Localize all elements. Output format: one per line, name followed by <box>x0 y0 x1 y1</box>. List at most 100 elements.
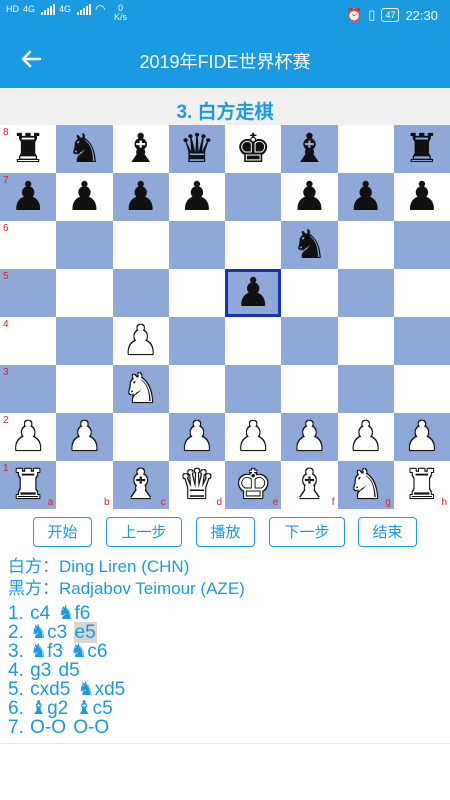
square-c6[interactable] <box>112 221 169 269</box>
square-h8[interactable]: ♜ <box>393 125 450 173</box>
black-pawn-icon[interactable]: ♟ <box>228 272 278 314</box>
white-bishop-icon[interactable]: ♝ <box>281 461 337 509</box>
square-e7[interactable] <box>225 173 282 221</box>
black-bishop-icon[interactable]: ♝ <box>113 125 169 173</box>
black-move[interactable]: ♞f6 <box>56 604 91 624</box>
black-pawn-icon[interactable]: ♟ <box>338 173 394 221</box>
square-d1[interactable]: ♛ d <box>168 461 225 509</box>
square-c2[interactable] <box>112 413 169 461</box>
square-e8[interactable]: ♚ <box>225 125 282 173</box>
square-b6[interactable] <box>56 221 113 269</box>
square-d7[interactable]: ♟ <box>168 173 225 221</box>
square-d4[interactable] <box>168 317 225 365</box>
black-pawn-icon[interactable]: ♟ <box>394 173 450 221</box>
next-button[interactable]: 下一步 <box>269 517 345 547</box>
square-g1[interactable]: ♞ g <box>337 461 394 509</box>
square-e5[interactable]: ♟ <box>225 269 282 317</box>
black-bishop-icon[interactable]: ♝ <box>281 125 337 173</box>
square-c8[interactable]: ♝ <box>112 125 169 173</box>
square-e3[interactable] <box>225 365 282 413</box>
black-move[interactable]: ♞xd5 <box>77 679 127 700</box>
square-c3[interactable]: ♞ <box>112 365 169 413</box>
black-king-icon[interactable]: ♚ <box>225 125 281 173</box>
square-g4[interactable] <box>337 317 394 365</box>
white-move[interactable]: d3 <box>29 736 52 738</box>
square-g2[interactable]: ♟ <box>337 413 394 461</box>
square-f7[interactable]: ♟ <box>281 173 338 221</box>
square-b7[interactable]: ♟ <box>56 173 113 221</box>
end-button[interactable]: 结束 <box>358 517 417 547</box>
square-h1[interactable]: ♜ h <box>393 461 450 509</box>
black-queen-icon[interactable]: ♛ <box>169 125 225 173</box>
square-e6[interactable] <box>225 221 282 269</box>
white-move[interactable]: g3 <box>29 660 52 681</box>
square-f4[interactable] <box>281 317 338 365</box>
square-b3[interactable] <box>56 365 113 413</box>
square-g3[interactable] <box>337 365 394 413</box>
black-move[interactable]: e5 <box>73 622 97 643</box>
square-e2[interactable]: ♟ <box>225 413 282 461</box>
square-h2[interactable]: ♟ <box>393 413 450 461</box>
prev-button[interactable]: 上一步 <box>106 517 182 547</box>
black-knight-icon[interactable]: ♞ <box>56 125 112 173</box>
white-move[interactable]: O-O <box>29 717 67 738</box>
square-b2[interactable]: ♟ <box>56 413 113 461</box>
square-d2[interactable]: ♟ <box>168 413 225 461</box>
white-pawn-icon[interactable]: ♟ <box>225 413 281 461</box>
white-move[interactable]: ♞c3 <box>29 622 68 643</box>
square-h7[interactable]: ♟ <box>393 173 450 221</box>
square-c4[interactable]: ♟ <box>112 317 169 365</box>
square-h5[interactable] <box>393 269 450 317</box>
square-a2[interactable]: ♟ 2 <box>0 413 57 461</box>
square-g7[interactable]: ♟ <box>337 173 394 221</box>
white-knight-icon[interactable]: ♞ <box>113 365 169 413</box>
black-pawn-icon[interactable]: ♟ <box>169 173 225 221</box>
black-pawn-icon[interactable]: ♟ <box>113 173 169 221</box>
square-b1[interactable]: b <box>56 461 113 509</box>
square-a6[interactable]: 6 <box>0 221 57 269</box>
square-b8[interactable]: ♞ <box>56 125 113 173</box>
square-h6[interactable] <box>393 221 450 269</box>
square-d6[interactable] <box>168 221 225 269</box>
square-d3[interactable] <box>168 365 225 413</box>
black-move[interactable]: d5 <box>58 660 81 681</box>
white-move[interactable]: ♝g2 <box>29 698 69 719</box>
square-a5[interactable]: 5 <box>0 269 57 317</box>
square-f2[interactable]: ♟ <box>281 413 338 461</box>
square-a4[interactable]: 4 <box>0 317 57 365</box>
square-c5[interactable] <box>112 269 169 317</box>
white-pawn-icon[interactable]: ♟ <box>113 317 169 365</box>
square-a7[interactable]: ♟ 7 <box>0 173 57 221</box>
white-move[interactable]: c4 <box>29 604 51 624</box>
square-d8[interactable]: ♛ <box>168 125 225 173</box>
white-move[interactable]: cxd5 <box>29 679 71 700</box>
black-move[interactable]: O-O <box>72 717 110 738</box>
square-a3[interactable]: 3 <box>0 365 57 413</box>
square-h3[interactable] <box>393 365 450 413</box>
white-pawn-icon[interactable]: ♟ <box>281 413 337 461</box>
square-e4[interactable] <box>225 317 282 365</box>
square-f6[interactable]: ♞ <box>281 221 338 269</box>
square-c1[interactable]: ♝ c <box>112 461 169 509</box>
start-button[interactable]: 开始 <box>33 517 92 547</box>
square-g5[interactable] <box>337 269 394 317</box>
black-pawn-icon[interactable]: ♟ <box>56 173 112 221</box>
square-b5[interactable] <box>56 269 113 317</box>
white-pawn-icon[interactable]: ♟ <box>338 413 394 461</box>
square-g8[interactable] <box>337 125 394 173</box>
square-a1[interactable]: ♜ 1 a <box>0 461 57 509</box>
square-f1[interactable]: ♝ f <box>281 461 338 509</box>
square-g6[interactable] <box>337 221 394 269</box>
square-f5[interactable] <box>281 269 338 317</box>
square-f8[interactable]: ♝ <box>281 125 338 173</box>
white-pawn-icon[interactable]: ♟ <box>169 413 225 461</box>
black-move[interactable]: ♞c6 <box>69 641 108 662</box>
square-b4[interactable] <box>56 317 113 365</box>
move-list[interactable]: 1. c4 ♞f6 2. ♞c3 e5 3. ♞f3 ♞c6 4. g3 d5 5. c… <box>8 604 448 738</box>
black-move[interactable]: ♝c5 <box>75 698 114 719</box>
square-f3[interactable] <box>281 365 338 413</box>
square-c7[interactable]: ♟ <box>112 173 169 221</box>
white-move[interactable]: ♞f3 <box>29 641 64 662</box>
square-d5[interactable] <box>168 269 225 317</box>
black-pawn-icon[interactable]: ♟ <box>281 173 337 221</box>
